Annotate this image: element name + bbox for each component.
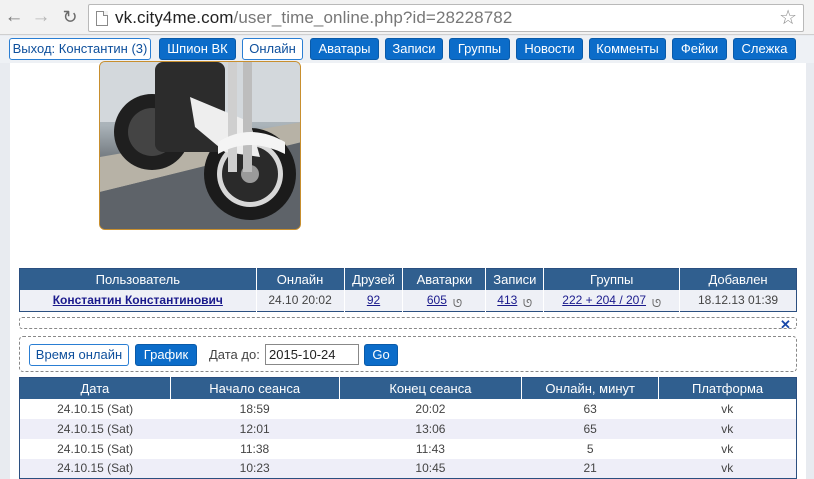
session-minutes: 65 bbox=[521, 418, 659, 439]
address-bar[interactable]: vk.city4me.com/user_time_online.php?id=2… bbox=[88, 4, 804, 32]
table-row: 24.10.15 (Sat) 10:23 10:45 21 vk bbox=[19, 458, 797, 479]
logout-button[interactable]: Выход: Константин (3) bbox=[9, 38, 151, 60]
cat-icon[interactable]: ᘏ bbox=[453, 295, 462, 308]
session-platform: vk bbox=[658, 418, 797, 439]
session-start: 12:01 bbox=[170, 418, 340, 439]
table-row: 24.10.15 (Sat) 11:38 11:43 5 vk bbox=[19, 438, 797, 459]
session-end: 20:02 bbox=[339, 398, 522, 419]
user-summary-table: Пользователь Онлайн Друзей Аватарки Запи… bbox=[19, 268, 797, 312]
posts-cell: 413 ᘏ bbox=[485, 289, 545, 312]
fakes-button[interactable]: Фейки bbox=[672, 38, 727, 60]
site-navigation: Выход: Константин (3) Шпион ВК Онлайн Ав… bbox=[0, 36, 814, 63]
graph-button[interactable]: График bbox=[135, 344, 197, 366]
column-header-posts: Записи bbox=[485, 268, 545, 290]
back-arrow-icon[interactable]: ← bbox=[3, 6, 25, 28]
user-name-cell: Константин Константинович bbox=[19, 289, 257, 312]
session-date: 24.10.15 (Sat) bbox=[19, 418, 171, 439]
column-header-online: Онлайн bbox=[256, 268, 345, 290]
collapsed-panel bbox=[19, 317, 797, 329]
comments-button[interactable]: Комменты bbox=[589, 38, 666, 60]
column-header-platform: Платформа bbox=[658, 377, 797, 399]
session-minutes: 63 bbox=[521, 398, 659, 419]
column-header-start: Начало сеанса bbox=[170, 377, 340, 399]
user-name-link[interactable]: Константин Константинович bbox=[53, 293, 223, 307]
column-header-added: Добавлен bbox=[679, 268, 797, 290]
column-header-user: Пользователь bbox=[19, 268, 257, 290]
table-row: Константин Константинович 24.10 20:02 92… bbox=[19, 289, 797, 312]
forward-arrow-icon[interactable]: → bbox=[30, 6, 52, 28]
page-icon bbox=[96, 11, 108, 26]
time-online-button[interactable]: Время онлайн bbox=[29, 344, 129, 366]
column-header-minutes: Онлайн, минут bbox=[521, 377, 660, 399]
session-date: 24.10.15 (Sat) bbox=[19, 438, 171, 459]
session-date: 24.10.15 (Sat) bbox=[19, 398, 171, 419]
groups-button[interactable]: Группы bbox=[449, 38, 510, 60]
sessions-header: Дата Начало сеанса Конец сеанса Онлайн, … bbox=[19, 377, 797, 399]
table-row: 24.10.15 (Sat) 12:01 13:06 65 vk bbox=[19, 418, 797, 439]
tracking-button[interactable]: Слежка bbox=[733, 38, 796, 60]
url-text[interactable]: vk.city4me.com/user_time_online.php?id=2… bbox=[115, 8, 512, 28]
cat-icon[interactable]: ᘏ bbox=[652, 295, 661, 308]
groups-link[interactable]: 222 + 204 / 207 bbox=[562, 293, 646, 307]
filter-controls: Время онлайн График Дата до: Go bbox=[19, 336, 797, 372]
session-end: 13:06 bbox=[339, 418, 522, 439]
session-date: 24.10.15 (Sat) bbox=[19, 458, 171, 479]
session-end: 10:45 bbox=[339, 458, 522, 479]
avatars-button[interactable]: Аватары bbox=[310, 38, 379, 60]
cat-icon[interactable]: ᘏ bbox=[523, 295, 532, 308]
column-header-friends: Друзей bbox=[344, 268, 404, 290]
column-header-groups: Группы bbox=[543, 268, 681, 290]
session-end: 11:43 bbox=[339, 438, 522, 459]
last-online: 24.10 20:02 bbox=[256, 289, 345, 312]
browser-toolbar: ← → ↻ vk.city4me.com/user_time_online.ph… bbox=[0, 0, 814, 35]
posts-button[interactable]: Записи bbox=[385, 38, 443, 60]
go-button[interactable]: Go bbox=[364, 344, 398, 366]
online-button[interactable]: Онлайн bbox=[242, 38, 303, 60]
session-start: 18:59 bbox=[170, 398, 340, 419]
spy-button[interactable]: Шпион ВК bbox=[159, 38, 236, 60]
session-platform: vk bbox=[658, 458, 797, 479]
added-date: 18.12.13 01:39 bbox=[679, 289, 797, 312]
avatars-cell: 605 ᘏ bbox=[402, 289, 487, 312]
motorcycle-image bbox=[100, 62, 300, 229]
profile-photo bbox=[99, 61, 301, 230]
date-label: Дата до: bbox=[209, 347, 260, 362]
posts-link[interactable]: 413 bbox=[497, 293, 517, 307]
friends-link[interactable]: 92 bbox=[367, 293, 380, 307]
news-button[interactable]: Новости bbox=[516, 38, 583, 60]
groups-cell: 222 + 204 / 207 ᘏ bbox=[543, 289, 681, 312]
column-header-end: Конец сеанса bbox=[339, 377, 523, 399]
friends-cell: 92 bbox=[344, 289, 404, 312]
close-icon[interactable]: ✕ bbox=[780, 318, 791, 332]
session-start: 11:38 bbox=[170, 438, 340, 459]
avatars-link[interactable]: 605 bbox=[427, 293, 447, 307]
session-minutes: 5 bbox=[521, 438, 659, 459]
user-table-header: Пользователь Онлайн Друзей Аватарки Запи… bbox=[19, 268, 797, 290]
table-row: 24.10.15 (Sat) 18:59 20:02 63 vk bbox=[19, 398, 797, 419]
session-platform: vk bbox=[658, 438, 797, 459]
column-header-date: Дата bbox=[19, 377, 171, 399]
star-icon[interactable]: ☆ bbox=[779, 7, 797, 29]
session-start: 10:23 bbox=[170, 458, 340, 479]
sessions-table: Дата Начало сеанса Конец сеанса Онлайн, … bbox=[19, 377, 797, 479]
session-platform: vk bbox=[658, 398, 797, 419]
session-minutes: 21 bbox=[521, 458, 659, 479]
reload-icon[interactable]: ↻ bbox=[59, 6, 81, 28]
column-header-avatars: Аватарки bbox=[402, 268, 487, 290]
date-field[interactable] bbox=[265, 344, 359, 365]
